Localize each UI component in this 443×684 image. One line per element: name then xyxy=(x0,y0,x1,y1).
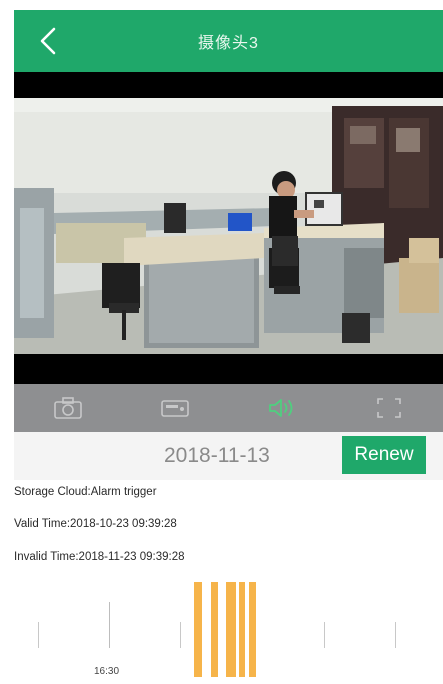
camera-icon xyxy=(53,397,82,419)
invalid-time-text: Invalid Time:2018-11-23 09:39:28 xyxy=(14,551,185,563)
video-toolbar xyxy=(14,384,443,432)
video-player[interactable] xyxy=(14,72,443,384)
timeline-tick xyxy=(395,622,396,648)
header-bar: 摄像头3 xyxy=(14,10,443,72)
selected-date[interactable]: 2018-11-13 xyxy=(164,432,270,480)
valid-time-text: Valid Time:2018-10-23 09:39:28 xyxy=(14,518,177,530)
timeline-tick xyxy=(324,622,325,648)
playback-timeline[interactable]: 16:30 xyxy=(14,580,443,684)
recording-segment[interactable] xyxy=(194,582,202,677)
timeline-tick xyxy=(180,622,181,648)
speaker-icon xyxy=(269,399,293,417)
storage-cloud-text: Storage Cloud:Alarm trigger xyxy=(14,486,157,498)
fullscreen-icon xyxy=(377,398,402,418)
page-title: 摄像头3 xyxy=(198,35,259,52)
recording-segment[interactable] xyxy=(249,582,256,677)
recording-segment[interactable] xyxy=(239,582,245,677)
snapshot-button[interactable] xyxy=(46,390,90,426)
record-button[interactable] xyxy=(153,390,197,426)
audio-toggle-button[interactable] xyxy=(260,390,304,426)
fullscreen-button[interactable] xyxy=(367,390,411,426)
timeline-tick-major xyxy=(109,602,110,648)
app-screen: 摄像头3 2018-11-13 Renew Storage Cloud:Alar… xyxy=(14,10,443,684)
renew-button[interactable]: Renew xyxy=(342,436,426,474)
recording-segment[interactable] xyxy=(226,582,236,677)
camera-feed-image xyxy=(14,98,443,354)
timeline-tick xyxy=(38,622,39,648)
video-record-icon xyxy=(161,400,189,417)
timeline-time-label: 16:30 xyxy=(94,666,120,677)
date-selector-row: 2018-11-13 Renew xyxy=(14,432,443,480)
recording-segment[interactable] xyxy=(211,582,218,677)
